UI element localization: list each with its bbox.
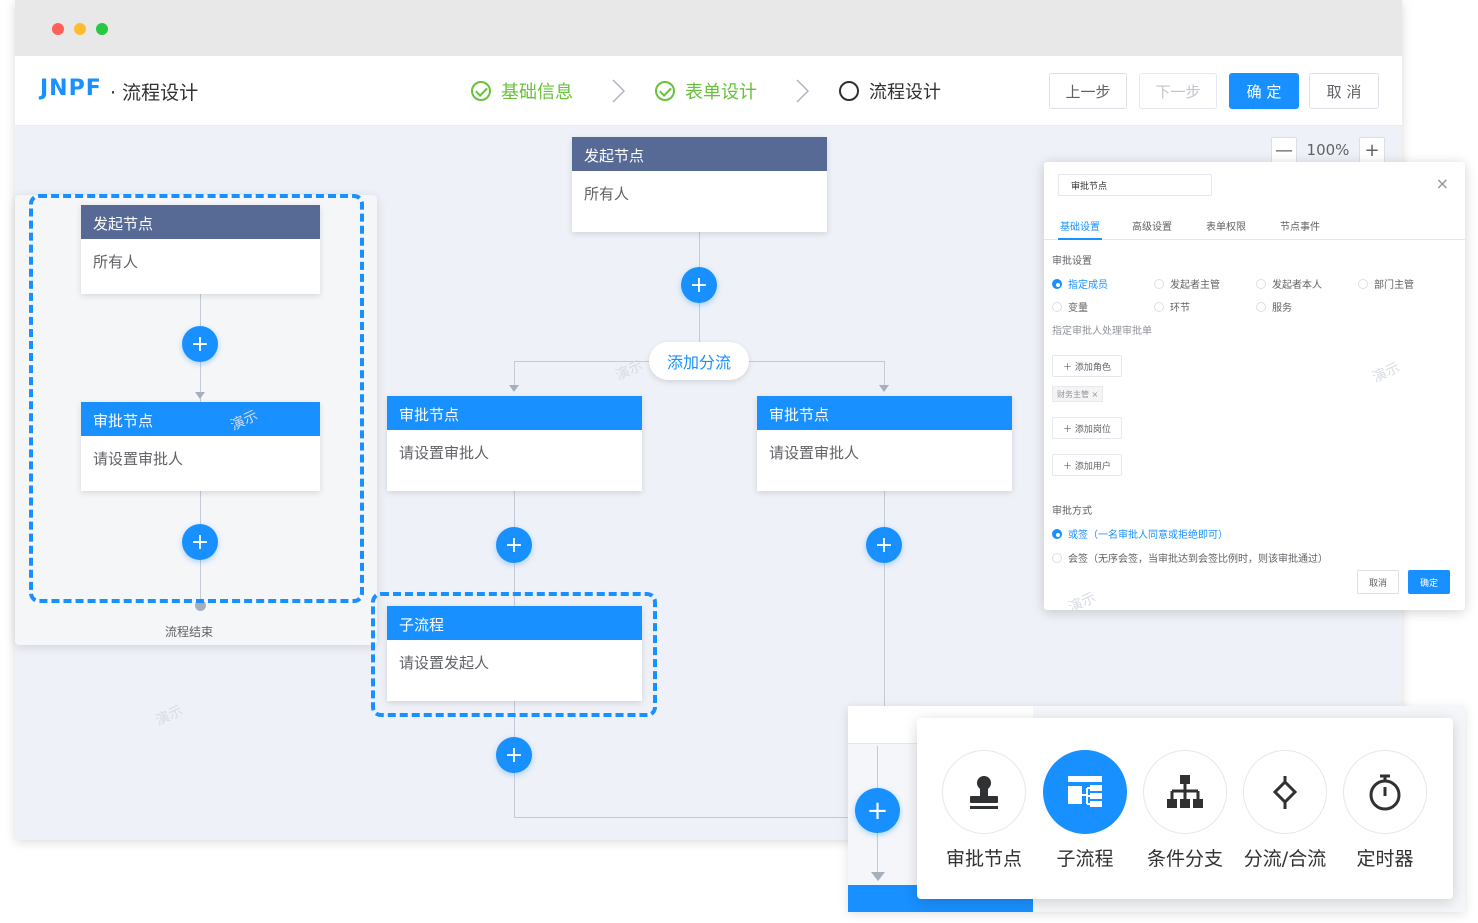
- start-node[interactable]: 发起节点 所有人: [572, 137, 827, 232]
- app-title: · 流程设计: [110, 82, 199, 104]
- radio-variable[interactable]: 变量: [1052, 299, 1088, 314]
- zoom-out-button[interactable]: —: [1271, 137, 1297, 163]
- approval-node-right[interactable]: 审批节点 请设置审批人: [757, 396, 1012, 491]
- step-flow-design[interactable]: 流程设计: [839, 78, 941, 104]
- circle-icon: [839, 81, 859, 101]
- step-label: 表单设计: [685, 82, 757, 103]
- popup-item-condition[interactable]: 条件分支: [1143, 750, 1227, 871]
- node-body: 所有人: [584, 185, 630, 203]
- minimize-window-dot[interactable]: [74, 23, 86, 35]
- add-node-button[interactable]: +: [496, 737, 532, 773]
- tab-form-permissions[interactable]: 表单权限: [1206, 218, 1246, 233]
- popup-item-label: 条件分支: [1146, 848, 1223, 870]
- approval-node-left[interactable]: 审批节点 请设置审批人: [387, 396, 642, 491]
- panel-confirm-button[interactable]: 确定: [1408, 570, 1450, 594]
- tab-node-events[interactable]: 节点事件: [1280, 218, 1320, 233]
- step-label: 基础信息: [501, 82, 573, 103]
- connector-line: [514, 817, 849, 818]
- radio-initiator-manager[interactable]: 发起者主管: [1154, 276, 1220, 291]
- popup-item-label: 子流程: [1056, 848, 1114, 870]
- popup-item-timer[interactable]: 定时器: [1343, 750, 1427, 871]
- highlight-frame: [371, 592, 657, 717]
- step-basic-info[interactable]: 基础信息: [471, 78, 573, 104]
- add-role-button[interactable]: ＋ 添加角色: [1052, 355, 1122, 377]
- node-body: 请设置审批人: [399, 444, 490, 462]
- add-node-button[interactable]: +: [866, 527, 902, 563]
- section-approval-settings: 审批设置: [1052, 256, 1092, 267]
- node-body: 请设置审批人: [769, 444, 860, 462]
- step-label: 流程设计: [869, 82, 941, 103]
- subprocess-icon: [1043, 750, 1127, 834]
- jnpf-logo: JNPF: [40, 76, 102, 101]
- watermark: 演示: [1370, 359, 1403, 387]
- node-title: 审批节点: [387, 396, 642, 430]
- top-bar: JNPF · 流程设计 基础信息 表单设计 流程设计 上一步 下一步 确 定 取…: [15, 56, 1402, 126]
- confirm-button[interactable]: 确 定: [1229, 73, 1299, 109]
- close-window-dot[interactable]: [52, 23, 64, 35]
- radio-department-manager[interactable]: 部门主管: [1358, 276, 1414, 291]
- highlight-frame: [29, 194, 364, 603]
- add-user-button[interactable]: ＋ 添加用户: [1052, 454, 1122, 476]
- branch-icon: [1143, 750, 1227, 834]
- radio-countersign[interactable]: 会签（无序会签，当审批达到会签比例时，则该审批通过）: [1052, 550, 1328, 565]
- connector-line: [514, 361, 515, 387]
- close-icon[interactable]: ×: [1436, 174, 1449, 193]
- popup-item-approval[interactable]: 审批节点: [942, 750, 1026, 871]
- radio-stage[interactable]: 环节: [1154, 299, 1190, 314]
- arrow-down-icon: [879, 385, 889, 392]
- zoom-in-button[interactable]: +: [1359, 137, 1385, 163]
- radio-initiator-self[interactable]: 发起者本人: [1256, 276, 1322, 291]
- cancel-button[interactable]: 取 消: [1309, 73, 1379, 109]
- add-node-button[interactable]: +: [855, 788, 900, 833]
- add-branch-button[interactable]: 添加分流: [649, 342, 749, 380]
- arrow-down-icon: [509, 385, 519, 392]
- panel-tabs: 基础设置 高级设置 表单权限 节点事件: [1044, 208, 1465, 240]
- arrow-down-icon: [871, 872, 885, 881]
- chevron-right-icon: [796, 79, 810, 103]
- add-node-button[interactable]: +: [681, 267, 717, 303]
- popup-item-split-merge[interactable]: 分流/合流: [1243, 750, 1327, 871]
- radio-service[interactable]: 服务: [1256, 299, 1292, 314]
- add-node-button[interactable]: +: [496, 527, 532, 563]
- node-title: 发起节点: [572, 137, 827, 171]
- flow-end-label: 流程结束: [165, 625, 214, 639]
- add-post-button[interactable]: ＋ 添加岗位: [1052, 417, 1122, 439]
- section-approval-method: 审批方式: [1052, 506, 1092, 517]
- chevron-right-icon: [612, 79, 626, 103]
- connector-line: [884, 361, 885, 387]
- assign-hint: 指定审批人处理审批单: [1052, 326, 1152, 337]
- node-title: 审批节点: [757, 396, 1012, 430]
- step-form-design[interactable]: 表单设计: [655, 78, 757, 104]
- active-tab-indicator: [1058, 238, 1102, 240]
- maximize-window-dot[interactable]: [96, 23, 108, 35]
- tab-advanced-settings[interactable]: 高级设置: [1132, 218, 1172, 233]
- zoom-level: 100%: [1306, 141, 1350, 159]
- role-tag[interactable]: 财务主管 ×: [1052, 386, 1104, 402]
- panel-cancel-button[interactable]: 取消: [1357, 570, 1399, 594]
- zoom-control: — 100% +: [1271, 137, 1385, 163]
- popup-item-label: 定时器: [1356, 848, 1414, 870]
- node-type-popup: 审批节点 子流程 条件分支 分流/合流 定时器: [917, 718, 1453, 899]
- stamp-icon: [942, 750, 1026, 834]
- panel-title-input[interactable]: 审批节点: [1058, 174, 1212, 196]
- popup-item-label: 审批节点: [945, 848, 1022, 870]
- radio-assigned-members[interactable]: 指定成员: [1052, 276, 1108, 291]
- diamond-icon: [1243, 750, 1327, 834]
- radio-or-sign[interactable]: 或签（一名审批人同意或拒绝即可）: [1052, 526, 1228, 541]
- timer-icon: [1343, 750, 1427, 834]
- popup-item-label: 分流/合流: [1243, 848, 1327, 870]
- title-bar: [15, 0, 1402, 56]
- tab-basic-settings[interactable]: 基础设置: [1060, 218, 1100, 233]
- check-circle-icon: [471, 81, 491, 101]
- popup-item-subprocess[interactable]: 子流程: [1043, 750, 1127, 871]
- next-step-button[interactable]: 下一步: [1139, 73, 1217, 109]
- prev-step-button[interactable]: 上一步: [1049, 73, 1127, 109]
- node-settings-panel: 审批节点 × 基础设置 高级设置 表单权限 节点事件 审批设置 指定成员 发起者…: [1044, 162, 1465, 616]
- check-circle-icon: [655, 81, 675, 101]
- connector-line: [884, 490, 885, 710]
